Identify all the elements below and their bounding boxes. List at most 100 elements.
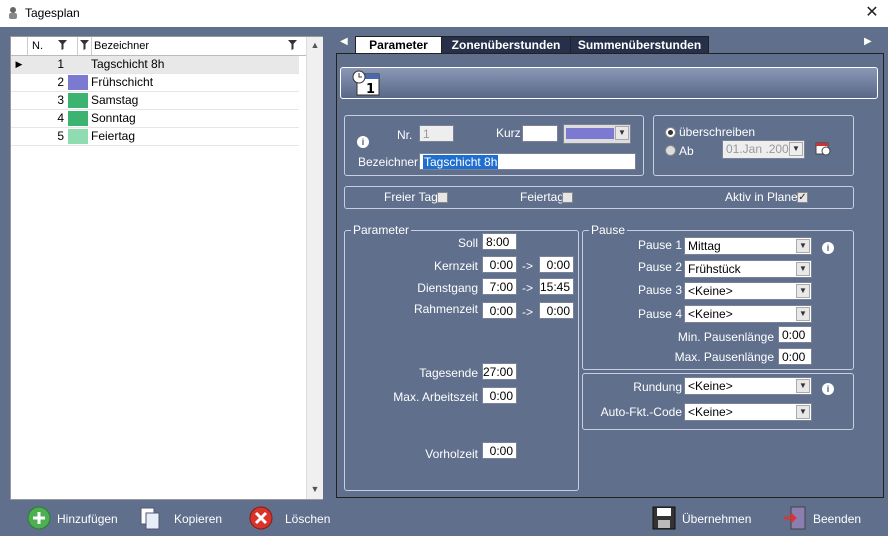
apply-button-label: Übernehmen (682, 512, 752, 526)
row-indicator-header (11, 37, 28, 55)
add-button[interactable]: Hinzufügen (27, 503, 119, 533)
bezeichner-field[interactable]: Tagschicht 8h (419, 153, 636, 170)
plus-icon (27, 506, 51, 530)
kurz-field[interactable] (522, 125, 558, 142)
min-pausenlaenge-label: Min. Pausenlänge (677, 330, 774, 344)
column-header-number[interactable]: N. (28, 37, 78, 55)
ab-label: Ab (679, 144, 694, 158)
copy-button[interactable]: Kopieren (138, 503, 222, 533)
filter-icon[interactable] (80, 40, 89, 50)
rahmenzeit-to-field[interactable]: 0:00 (539, 302, 574, 319)
row-name: Samstag (91, 93, 139, 107)
pause3-label: Pause 3 (637, 283, 682, 297)
calendar-reset-icon[interactable] (815, 140, 831, 156)
app-icon (9, 7, 17, 19)
filter-icon[interactable] (288, 40, 297, 50)
section-header-bar: 1 (340, 67, 878, 99)
dienstgang-to-field[interactable]: 15:45 (539, 278, 574, 295)
auto-fkt-code-value: <Keine> (688, 405, 733, 419)
delete-button[interactable]: Löschen (249, 503, 331, 533)
aktiv-in-planer-checkbox[interactable]: ✓ (797, 192, 808, 203)
filter-icon[interactable] (58, 40, 67, 50)
info-icon[interactable]: i (822, 242, 834, 254)
freier-tag-checkbox[interactable] (437, 192, 448, 203)
tagesende-label: Tagesende (419, 366, 478, 380)
rundung-label: Rundung (633, 380, 682, 394)
pause4-dropdown[interactable]: <Keine> ▼ (684, 305, 812, 323)
scroll-up-icon[interactable]: ▲ (309, 40, 321, 52)
soll-field[interactable]: 8:00 (482, 233, 517, 250)
table-row[interactable]: 3 Samstag (11, 92, 299, 110)
rundung-dropdown[interactable]: <Keine> ▼ (684, 377, 812, 395)
ab-radio[interactable] (665, 145, 676, 156)
scroll-down-icon[interactable]: ▼ (309, 484, 321, 496)
row-color-swatch (68, 93, 88, 108)
grid-header: N. Bezeichner (11, 37, 306, 56)
column-header-color[interactable] (79, 37, 92, 55)
row-number: 3 (57, 93, 64, 107)
range-arrow: -> (522, 259, 534, 273)
nr-field[interactable]: 1 (419, 125, 454, 142)
pause2-label: Pause 2 (637, 260, 682, 274)
ueberschreiben-radio[interactable] (665, 127, 676, 138)
tab-zonenueberstunden[interactable]: Zonenüberstunden (441, 36, 571, 54)
rundung-value: <Keine> (688, 379, 733, 393)
add-button-label: Hinzufügen (57, 512, 118, 526)
pause1-dropdown[interactable]: Mittag ▼ (684, 237, 812, 255)
pause4-label: Pause 4 (637, 307, 682, 321)
color-picker[interactable]: ▼ (563, 124, 631, 144)
ueberschreiben-label: überschreiben (679, 125, 756, 139)
pause3-dropdown[interactable]: <Keine> ▼ (684, 282, 812, 300)
row-color-swatch (68, 129, 88, 144)
quit-button-label: Beenden (813, 512, 862, 526)
kernzeit-to-field[interactable]: 0:00 (539, 256, 574, 273)
row-number: 2 (57, 75, 64, 89)
tab-summenueberstunden[interactable]: Summenüberstunden (570, 36, 709, 54)
max-pausenlaenge-field[interactable]: 0:00 (778, 348, 812, 365)
table-row[interactable]: 5 Feiertag (11, 128, 299, 146)
info-icon[interactable]: i (822, 383, 834, 395)
tab-scroll-left-icon[interactable]: ◀ (340, 36, 352, 50)
dienstgang-from-field[interactable]: 7:00 (482, 278, 517, 295)
row-name: Frühschicht (91, 75, 154, 89)
info-icon[interactable]: i (357, 136, 369, 148)
tab-scroll-right-icon[interactable]: ▶ (864, 36, 876, 50)
tagesende-field[interactable]: 27:00 (482, 363, 517, 380)
ab-date-picker[interactable]: 01.Jan .2001 ▼ (722, 140, 805, 159)
max-arbeitszeit-field[interactable]: 0:00 (482, 387, 517, 404)
parameter-group-label: Parameter (351, 223, 412, 237)
nr-label: Nr. (397, 128, 413, 142)
close-button[interactable]: ✕ (858, 2, 886, 24)
vertical-scrollbar[interactable]: ▲ ▼ (306, 37, 323, 499)
current-row-indicator-icon: ▶ (15, 59, 23, 69)
column-header-name[interactable]: Bezeichner (92, 37, 306, 55)
max-arbeitszeit-label: Max. Arbeitszeit (393, 390, 478, 404)
table-row[interactable]: 4 Sonntag (11, 110, 299, 128)
min-pausenlaenge-field[interactable]: 0:00 (778, 326, 812, 343)
column-header-number-label: N. (32, 40, 43, 52)
color-swatch (566, 128, 614, 139)
column-header-name-label: Bezeichner (94, 40, 150, 52)
exit-door-icon (784, 506, 806, 530)
pause2-dropdown[interactable]: Frühstück ▼ (684, 260, 812, 278)
table-row[interactable]: ▶ 1 Tagschicht 8h (11, 56, 299, 74)
auto-fkt-code-dropdown[interactable]: <Keine> ▼ (684, 403, 812, 421)
feiertag-checkbox[interactable] (562, 192, 573, 203)
chevron-down-icon: ▼ (789, 142, 803, 156)
feiertag-label: Feiertag (520, 190, 565, 204)
aktiv-in-planer-label: Aktiv in Planer (725, 190, 802, 204)
copy-button-label: Kopieren (174, 512, 223, 526)
vorholzeit-field[interactable]: 0:00 (482, 442, 517, 459)
rahmenzeit-from-field[interactable]: 0:00 (482, 302, 517, 319)
row-color-swatch (68, 75, 88, 90)
apply-button[interactable]: Übernehmen (652, 503, 751, 533)
chevron-down-icon: ▼ (796, 405, 810, 419)
rahmenzeit-label: Rahmenzeit (413, 302, 478, 316)
table-row[interactable]: 2 Frühschicht (11, 74, 299, 92)
kernzeit-from-field[interactable]: 0:00 (482, 256, 517, 273)
delete-button-label: Löschen (285, 512, 331, 526)
chevron-down-icon: ▼ (796, 379, 810, 393)
quit-button[interactable]: Beenden (783, 503, 863, 533)
pause1-value: Mittag (688, 239, 721, 253)
row-color-swatch (68, 111, 88, 126)
